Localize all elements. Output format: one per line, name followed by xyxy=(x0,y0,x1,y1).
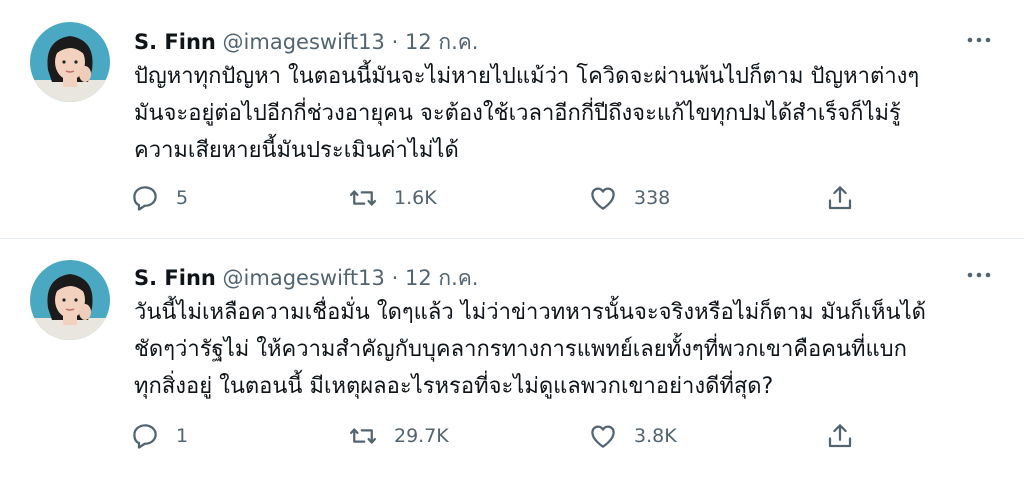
retweet-button[interactable]: 1.6K xyxy=(348,182,437,214)
user-handle[interactable]: @imageswift13 xyxy=(223,30,385,54)
share-button[interactable] xyxy=(825,182,855,214)
like-button[interactable]: 3.8K xyxy=(588,420,677,452)
tweet-date[interactable]: 12 ก.ค. xyxy=(405,266,479,290)
share-button[interactable] xyxy=(825,420,855,452)
separator-dot: · xyxy=(391,266,399,290)
tweet[interactable]: S. Finn @imageswift13 · 12 ก.ค. ปัญหาทุก… xyxy=(0,0,1024,240)
like-count: 338 xyxy=(634,187,671,209)
display-name[interactable]: S. Finn xyxy=(134,30,216,54)
more-icon[interactable] xyxy=(964,265,994,285)
tweet-header: S. Finn @imageswift13 · 12 ก.ค. xyxy=(134,26,478,56)
tweet-header: S. Finn @imageswift13 · 12 ก.ค. xyxy=(134,262,478,292)
retweet-icon xyxy=(350,428,376,444)
like-count: 3.8K xyxy=(634,425,677,447)
tweet-date[interactable]: 12 ก.ค. xyxy=(405,30,479,54)
retweet-count: 1.6K xyxy=(394,187,437,209)
tweet-actions: 5 1.6K 338 xyxy=(130,182,870,214)
tweet-text: ปัญหาทุกปัญหา ในตอนนี้มันจะไม่หายไปแม้ว่… xyxy=(134,64,920,163)
tweet[interactable]: S. Finn @imageswift13 · 12 ก.ค. วันนี้ไม… xyxy=(0,240,1024,480)
retweet-icon xyxy=(350,190,376,206)
tweet-text: วันนี้ไม่เหลือความเชื่อมั่น ใดๆแล้ว ไม่ว… xyxy=(134,300,926,399)
avatar[interactable] xyxy=(30,260,110,340)
heart-icon xyxy=(591,187,615,210)
tweet-divider xyxy=(0,238,1024,239)
avatar[interactable] xyxy=(30,22,110,102)
heart-icon xyxy=(591,425,615,448)
reply-button[interactable]: 1 xyxy=(130,420,188,452)
reply-count: 5 xyxy=(176,187,189,209)
reply-count: 1 xyxy=(176,425,189,447)
user-handle[interactable]: @imageswift13 xyxy=(223,266,385,290)
more-icon[interactable] xyxy=(964,30,994,50)
retweet-button[interactable]: 29.7K xyxy=(348,420,449,452)
share-icon xyxy=(828,186,852,210)
reply-button[interactable]: 5 xyxy=(130,182,188,214)
share-icon xyxy=(828,424,852,448)
display-name[interactable]: S. Finn xyxy=(134,266,216,290)
reply-icon xyxy=(133,424,157,449)
separator-dot: · xyxy=(391,30,399,54)
retweet-count: 29.7K xyxy=(394,425,449,447)
like-button[interactable]: 338 xyxy=(588,182,670,214)
tweet-actions: 1 29.7K 3.8K xyxy=(130,420,870,452)
reply-icon xyxy=(133,186,157,211)
